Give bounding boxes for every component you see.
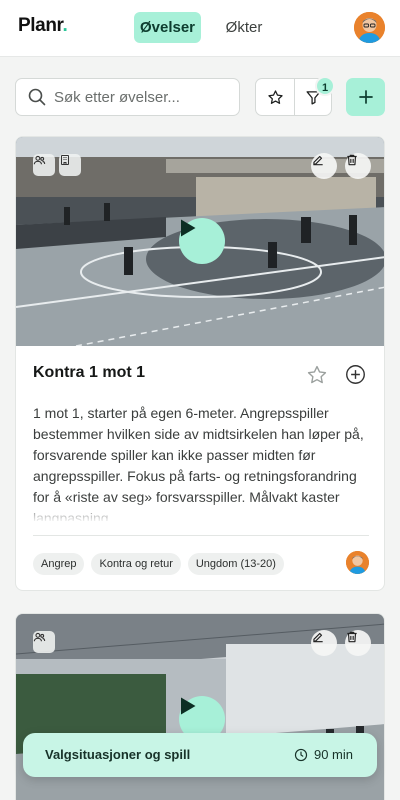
group-icon (33, 631, 55, 653)
tag-list: Angrep Kontra og retur Ungdom (13-20) (33, 553, 284, 575)
tag[interactable]: Angrep (33, 553, 85, 575)
author-avatar (346, 551, 369, 574)
session-duration-label: 90 min (313, 747, 353, 762)
trash-icon (347, 154, 357, 166)
filter-count-badge: 1 (315, 76, 335, 96)
favorite-button[interactable] (306, 364, 328, 391)
tag[interactable]: Kontra og retur (91, 553, 181, 575)
plus-icon (358, 90, 373, 104)
trash-icon (347, 631, 357, 643)
star-icon (267, 89, 283, 104)
delete-button[interactable] (345, 153, 371, 179)
card-divider (33, 535, 369, 536)
delete-button[interactable] (345, 630, 371, 656)
tab-okter[interactable]: Økter (212, 12, 276, 43)
add-exercise-button[interactable] (346, 78, 385, 116)
edit-icon (313, 155, 323, 166)
active-session-bar[interactable]: Valgsituasjoner og spill 90 min (23, 733, 377, 777)
favorites-filter-button[interactable] (256, 79, 294, 115)
tag[interactable]: Ungdom (13-20) (187, 553, 284, 575)
exercise-card[interactable]: Kontra 1 mot 1 1 mot 1, starter på egen … (15, 136, 385, 591)
search-field (15, 78, 240, 116)
app-header: Planr. Øvelser Økter (0, 0, 400, 57)
play-button[interactable] (179, 218, 225, 264)
app-logo[interactable]: Planr. (18, 15, 68, 37)
description-fade (16, 499, 384, 523)
session-duration: 90 min (294, 747, 353, 762)
exercise-title: Kontra 1 mot 1 (33, 364, 146, 381)
edit-button[interactable] (311, 153, 337, 179)
session-title: Valgsituasjoner og spill (45, 747, 191, 762)
star-icon (307, 365, 327, 384)
edit-button[interactable] (311, 630, 337, 656)
add-to-session-button[interactable] (345, 364, 366, 390)
building-icon (59, 154, 81, 176)
play-icon (181, 219, 196, 237)
play-icon (181, 697, 196, 715)
clock-icon (294, 748, 308, 761)
tab-ovelser[interactable]: Øvelser (134, 12, 201, 43)
group-icon (33, 154, 55, 176)
search-input[interactable] (54, 87, 234, 107)
exercise-video[interactable] (16, 137, 384, 346)
edit-icon (313, 632, 323, 643)
plus-circle-icon (346, 365, 365, 384)
search-icon (28, 88, 46, 106)
user-avatar[interactable] (354, 12, 385, 43)
